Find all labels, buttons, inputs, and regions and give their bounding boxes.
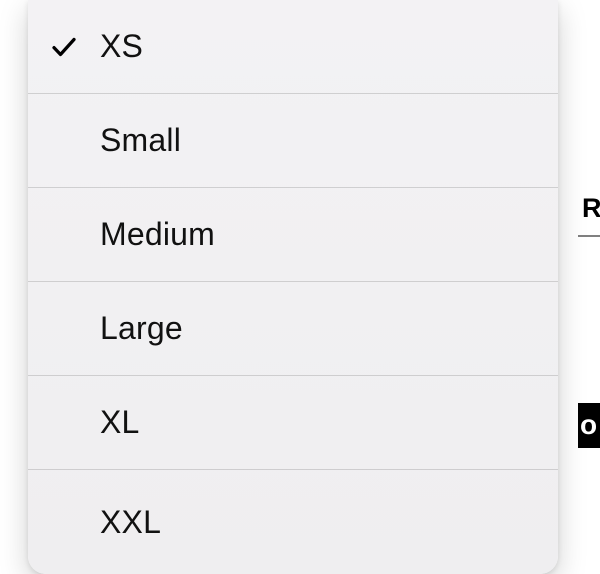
size-select-menu: XS Small Medium Large XL XXL (28, 0, 558, 574)
size-option-label: Large (100, 310, 183, 347)
background-box-letter: o (580, 409, 597, 441)
size-option-xs[interactable]: XS (28, 0, 558, 94)
check-icon (49, 32, 79, 62)
size-option-xl[interactable]: XL (28, 376, 558, 470)
background-dark-box: o (578, 403, 600, 448)
size-option-label: Small (100, 122, 181, 159)
size-option-label: XL (100, 404, 140, 441)
background-underline (578, 235, 600, 237)
size-option-small[interactable]: Small (28, 94, 558, 188)
size-option-label: XXL (100, 504, 161, 541)
size-option-medium[interactable]: Medium (28, 188, 558, 282)
size-option-label: Medium (100, 216, 215, 253)
size-option-xxl[interactable]: XXL (28, 470, 558, 574)
size-option-label: XS (100, 28, 143, 65)
size-option-large[interactable]: Large (28, 282, 558, 376)
background-partial-letter: R (582, 195, 600, 222)
